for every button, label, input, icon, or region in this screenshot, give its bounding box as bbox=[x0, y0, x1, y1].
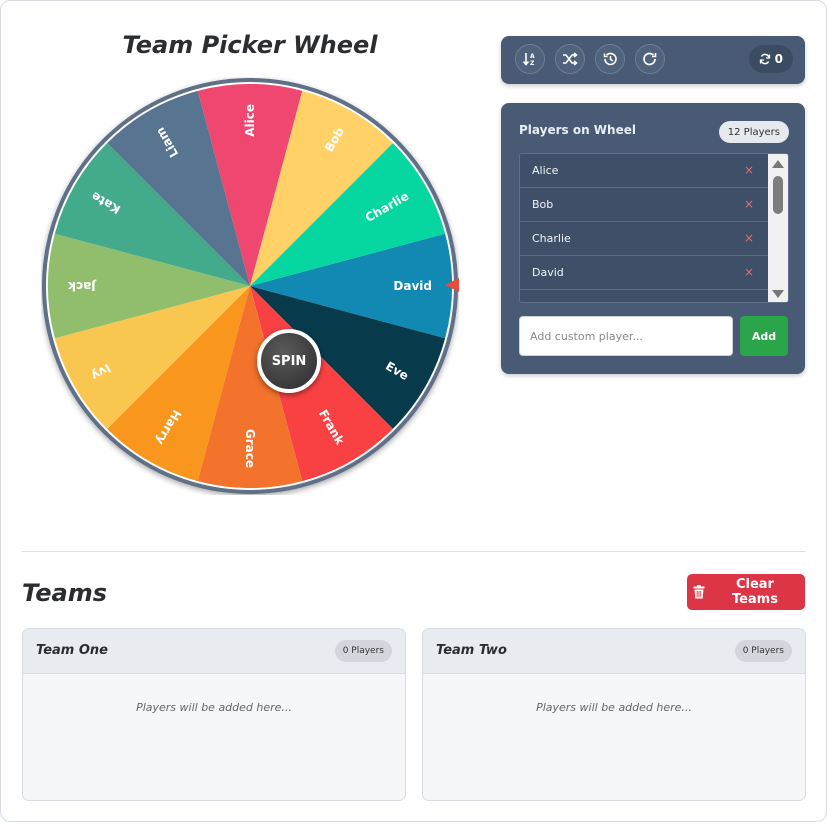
remove-player-button[interactable]: × bbox=[744, 197, 754, 211]
team-empty-message: Players will be added here... bbox=[536, 701, 692, 714]
list-item: David × bbox=[520, 256, 768, 290]
players-count-badge: 12 Players bbox=[718, 121, 789, 143]
wheel-label-alice: Alice bbox=[243, 104, 257, 137]
page-title: Team Picker Wheel bbox=[122, 31, 378, 59]
wheel-graphic[interactable]: DavidEveFrankGraceHarryIvyJackKateLiamAl… bbox=[41, 77, 459, 495]
wheel-label-grace: Grace bbox=[243, 429, 257, 468]
clear-teams-label: Clear Teams bbox=[731, 577, 778, 607]
sort-alpha-icon: A Z bbox=[522, 53, 535, 67]
team-header: Team One 0 Players bbox=[23, 629, 405, 674]
clear-teams-button[interactable]: Clear Teams bbox=[687, 574, 805, 610]
shuffle-button[interactable] bbox=[555, 44, 585, 74]
player-name: Alice bbox=[532, 164, 559, 177]
list-item: Bob × bbox=[520, 188, 768, 222]
wheel-toolbar: A Z 0 bbox=[501, 36, 805, 84]
custom-player-input[interactable] bbox=[519, 316, 733, 356]
shuffle-icon bbox=[563, 52, 578, 66]
teams-title: Teams bbox=[22, 579, 108, 607]
list-scrollbar[interactable] bbox=[768, 154, 788, 302]
team-empty-message: Players will be added here... bbox=[136, 701, 292, 714]
spin-button[interactable]: SPIN bbox=[257, 329, 321, 393]
team-header: Team Two 0 Players bbox=[423, 629, 805, 674]
player-name: Bob bbox=[532, 198, 554, 211]
team-card-one: Team One 0 Players Players will be added… bbox=[22, 628, 406, 801]
list-item: Alice × bbox=[520, 154, 768, 188]
sort-button[interactable]: A Z bbox=[515, 44, 545, 74]
add-player-button[interactable]: Add bbox=[740, 316, 788, 356]
player-name: David bbox=[532, 266, 564, 279]
svg-text:Z: Z bbox=[530, 60, 535, 67]
player-list[interactable]: Alice × Bob × Charlie × David × bbox=[519, 153, 789, 303]
redo-button[interactable] bbox=[635, 44, 665, 74]
remove-player-button[interactable]: × bbox=[744, 265, 754, 279]
list-item: Charlie × bbox=[520, 222, 768, 256]
team-count-badge: 0 Players bbox=[334, 640, 392, 662]
team-count-badge: 0 Players bbox=[734, 640, 792, 662]
spin-counter: 0 bbox=[748, 45, 793, 73]
wheel-label-david: David bbox=[393, 279, 432, 293]
trash-icon bbox=[693, 585, 705, 599]
svg-text:A: A bbox=[530, 53, 535, 60]
scroll-down-arrow-icon[interactable] bbox=[772, 290, 784, 298]
remove-player-button[interactable]: × bbox=[744, 163, 754, 177]
team-card-two: Team Two 0 Players Players will be added… bbox=[422, 628, 806, 801]
wheel-label-jack: Jack bbox=[67, 279, 97, 293]
team-name: Team Two bbox=[436, 643, 507, 658]
team-name: Team One bbox=[36, 643, 108, 658]
section-divider bbox=[22, 551, 805, 552]
redo-icon bbox=[643, 52, 657, 66]
history-button[interactable] bbox=[595, 44, 625, 74]
sync-icon bbox=[759, 53, 770, 65]
spin-count-value: 0 bbox=[774, 52, 783, 66]
scroll-thumb[interactable] bbox=[773, 176, 783, 214]
players-title: Players on Wheel bbox=[519, 123, 636, 137]
scroll-up-arrow-icon[interactable] bbox=[772, 160, 784, 168]
history-icon bbox=[603, 52, 617, 66]
picker-wheel[interactable]: David Eve Frank Grace Harry Ivy Jack Kate Liam Al… bbox=[41, 77, 459, 495]
app-window: Team Picker Wheel David Eve Frank Grace Harr… bbox=[0, 0, 827, 822]
players-panel: Players on Wheel 12 Players Alice × Bob … bbox=[501, 103, 805, 374]
remove-player-button[interactable]: × bbox=[744, 231, 754, 245]
player-name: Charlie bbox=[532, 232, 571, 245]
